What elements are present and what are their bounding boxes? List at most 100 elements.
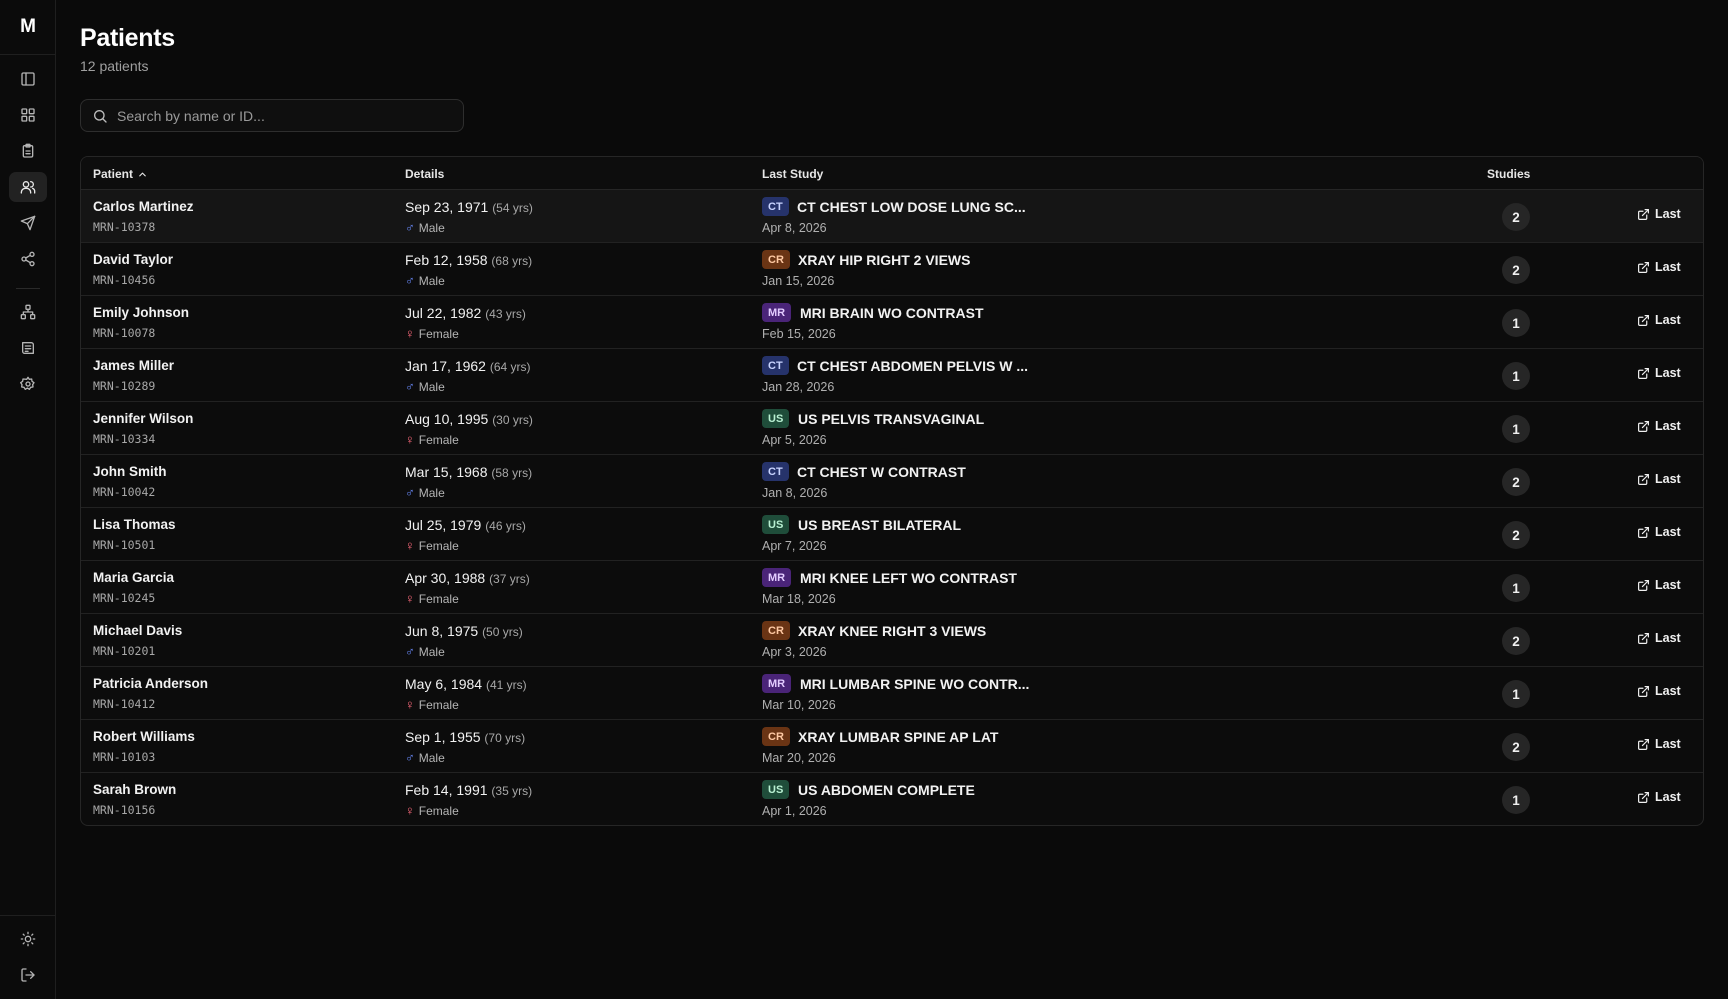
- table-row[interactable]: Emily Johnson MRN-10078 Jul 22, 1982 (43 y…: [81, 296, 1703, 349]
- sidebar-item-patients[interactable]: [9, 172, 47, 202]
- sidebar-item-organization[interactable]: [9, 297, 47, 327]
- theme-toggle-button[interactable]: [9, 924, 47, 954]
- sidebar-item-settings[interactable]: [9, 369, 47, 399]
- open-last-study-label: Last: [1655, 790, 1681, 804]
- patient-sex: ♂ Male: [405, 379, 445, 394]
- dob-value: Mar 15, 1968: [405, 464, 488, 480]
- sex-label: Male: [418, 644, 445, 659]
- patient-age: (58 yrs): [491, 466, 533, 480]
- table-header: Patient Details Last Study Studies: [81, 157, 1703, 190]
- open-last-study-button[interactable]: Last: [1637, 260, 1681, 274]
- search-box[interactable]: [80, 99, 464, 132]
- column-header-studies[interactable]: Studies: [1487, 167, 1530, 181]
- female-icon: ♀: [405, 591, 415, 606]
- studies-count-badge: 1: [1502, 309, 1530, 337]
- table-row[interactable]: John Smith MRN-10042 Mar 15, 1968 (58 yrs)…: [81, 455, 1703, 508]
- table-row[interactable]: David Taylor MRN-10456 Feb 12, 1958 (68 yr…: [81, 243, 1703, 296]
- patient-mrn: MRN-10412: [93, 697, 156, 711]
- table-row[interactable]: Jennifer Wilson MRN-10334 Aug 10, 1995 (30…: [81, 402, 1703, 455]
- female-icon: ♀: [405, 432, 415, 447]
- column-header-patient-label: Patient: [93, 167, 134, 181]
- sex-label: Female: [418, 591, 459, 606]
- open-last-study-button[interactable]: Last: [1637, 525, 1681, 539]
- dob-value: Apr 30, 1988: [405, 570, 486, 586]
- patient-mrn: MRN-10245: [93, 591, 156, 605]
- open-last-study-button[interactable]: Last: [1637, 472, 1681, 486]
- column-header-details[interactable]: Details: [405, 167, 444, 181]
- dob-value: Jul 22, 1982: [405, 305, 482, 321]
- column-header-patient[interactable]: Patient: [93, 167, 148, 181]
- patient-sex: ♀ Female: [405, 432, 459, 447]
- sex-label: Male: [418, 379, 445, 394]
- search-input[interactable]: [117, 100, 457, 131]
- open-last-study-button[interactable]: Last: [1637, 737, 1681, 751]
- sidebar-item-worklist[interactable]: [9, 136, 47, 166]
- sex-label: Male: [418, 485, 445, 500]
- patient-age: (30 yrs): [492, 413, 533, 427]
- templates-icon: [22, 342, 34, 354]
- modality-badge: CR: [762, 727, 790, 746]
- open-last-study-button[interactable]: Last: [1637, 419, 1681, 433]
- table-row[interactable]: Michael Davis MRN-10201 Jun 8, 1975 (50 yr…: [81, 614, 1703, 667]
- app-logo[interactable]: M: [0, 0, 56, 55]
- search-icon: [94, 110, 107, 123]
- sex-label: Female: [418, 803, 459, 818]
- table-row[interactable]: Patricia Anderson MRN-10412 May 6, 1984 (4…: [81, 667, 1703, 720]
- sidebar-item-templates[interactable]: [9, 333, 47, 363]
- open-last-study-button[interactable]: Last: [1637, 631, 1681, 645]
- table-row[interactable]: Lisa Thomas MRN-10501 Jul 25, 1979 (46 yrs…: [81, 508, 1703, 561]
- patient-dob: Apr 30, 1988 (37 yrs): [405, 570, 530, 586]
- column-header-last-study[interactable]: Last Study: [762, 167, 823, 181]
- studies-count-badge: 1: [1502, 362, 1530, 390]
- open-last-study-button[interactable]: Last: [1637, 684, 1681, 698]
- patient-age: (35 yrs): [491, 784, 533, 798]
- open-last-study-button[interactable]: Last: [1637, 790, 1681, 804]
- sidebar-item-dashboard[interactable]: [9, 100, 47, 130]
- study-description: US PELVIS TRANSVAGINAL: [798, 411, 985, 427]
- sidebar-item-share[interactable]: [9, 244, 47, 274]
- logout-button[interactable]: [9, 960, 47, 990]
- patient-mrn: MRN-10501: [93, 538, 156, 552]
- study-description: XRAY HIP RIGHT 2 VIEWS: [798, 252, 971, 268]
- table-row[interactable]: Sarah Brown MRN-10156 Feb 14, 1991 (35 yrs…: [81, 773, 1703, 825]
- table-row[interactable]: James Miller MRN-10289 Jan 17, 1962 (64 yr…: [81, 349, 1703, 402]
- study-date: Apr 3, 2026: [762, 645, 827, 659]
- patient-mrn: MRN-10156: [93, 803, 156, 817]
- external-link-icon: [1638, 420, 1649, 432]
- modality-badge: US: [762, 409, 790, 428]
- male-icon: ♂: [405, 750, 415, 765]
- patient-name: Lisa Thomas: [93, 517, 176, 532]
- patient-mrn: MRN-10334: [93, 432, 156, 446]
- sidebar-toggle-button[interactable]: [9, 64, 47, 94]
- clipboard-icon: [22, 143, 34, 158]
- female-icon: ♀: [405, 803, 415, 818]
- sidebar-divider: [16, 288, 40, 289]
- sex-label: Male: [418, 750, 445, 765]
- dob-value: Sep 1, 1955: [405, 729, 481, 745]
- dob-value: Aug 10, 1995: [405, 411, 489, 427]
- modality-badge: MR: [762, 303, 792, 322]
- patient-sex: ♂ Male: [405, 220, 445, 235]
- open-last-study-button[interactable]: Last: [1637, 207, 1681, 221]
- table-row[interactable]: Carlos Martinez MRN-10378 Sep 23, 1971 (54…: [81, 190, 1703, 243]
- dob-value: Feb 12, 1958: [405, 252, 488, 268]
- dob-value: Jul 25, 1979: [405, 517, 482, 533]
- studies-count-badge: 2: [1502, 203, 1530, 231]
- studies-count-badge: 2: [1502, 468, 1530, 496]
- users-icon: [20, 181, 36, 194]
- sidebar-item-send[interactable]: [9, 208, 47, 238]
- open-last-study-button[interactable]: Last: [1637, 366, 1681, 380]
- table-row[interactable]: Robert Williams MRN-10103 Sep 1, 1955 (70 …: [81, 720, 1703, 773]
- modality-badge: CT: [762, 462, 789, 481]
- open-last-study-button[interactable]: Last: [1637, 313, 1681, 327]
- male-icon: ♂: [405, 220, 415, 235]
- table-row[interactable]: Maria Garcia MRN-10245 Apr 30, 1988 (37 yr…: [81, 561, 1703, 614]
- study-description: CT CHEST W CONTRAST: [797, 464, 966, 480]
- patient-sex: ♂ Male: [405, 644, 445, 659]
- external-link-icon: [1638, 738, 1649, 750]
- external-link-icon: [1638, 367, 1649, 379]
- external-link-icon: [1638, 685, 1649, 697]
- open-last-study-button[interactable]: Last: [1637, 578, 1681, 592]
- study-description: MRI BRAIN WO CONTRAST: [800, 305, 984, 321]
- patient-dob: Jul 25, 1979 (46 yrs): [405, 517, 526, 533]
